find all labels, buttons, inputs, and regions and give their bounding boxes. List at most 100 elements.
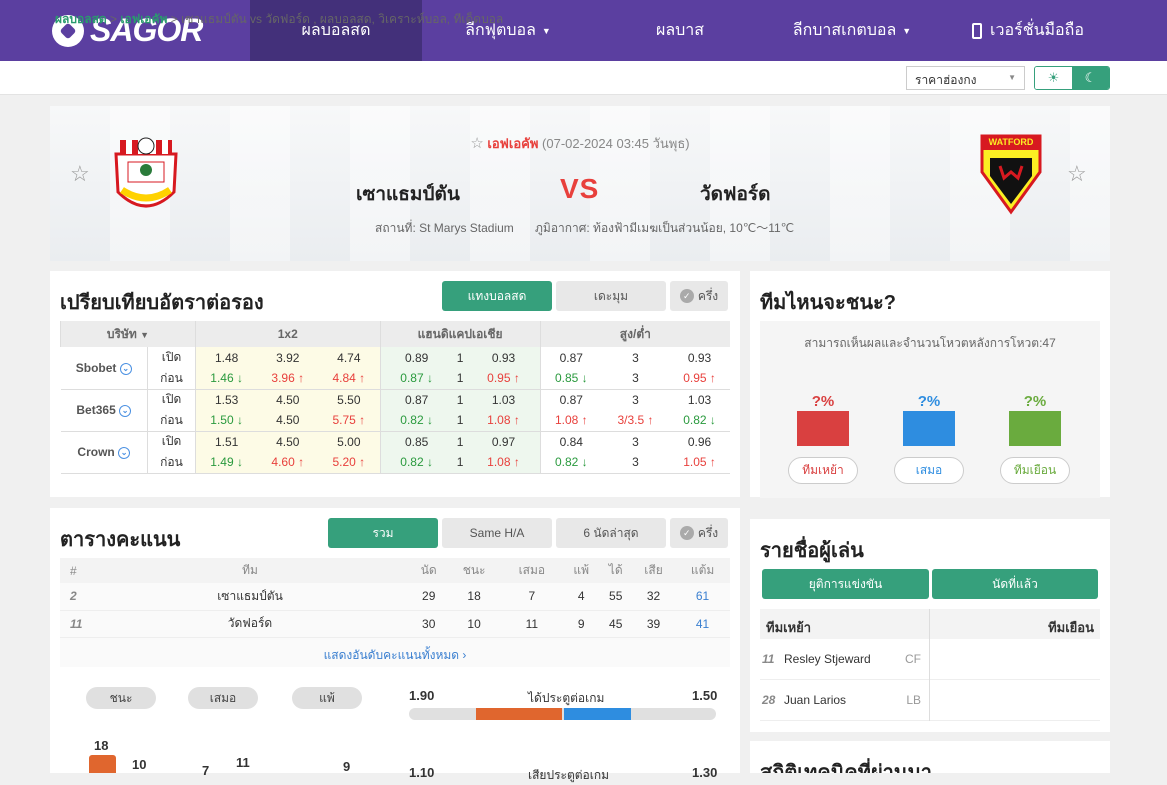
favorite-home-star-icon[interactable]: ☆ [70, 161, 90, 187]
expand-icon[interactable]: ⌄ [119, 362, 132, 375]
nav-label: ลีกบาสเกตบอล [792, 22, 897, 39]
vote-card: ทีมไหนจะชนะ? สามารถเห็นผลและจำนวนโหวตหลั… [750, 271, 1110, 498]
check-icon: ✓ [679, 289, 694, 303]
expand-icon[interactable]: ⌄ [119, 404, 132, 417]
moon-icon[interactable]: ☾ [1072, 67, 1109, 89]
table-row[interactable]: 11 วัดฟอร์ด 30 10 11 9 45 39 41 [60, 610, 730, 638]
breadcrumb-home[interactable]: ผลบอลสด [55, 12, 107, 26]
odds-value: 0.95 ↑ [467, 368, 541, 390]
odds-number: 1.53 [214, 392, 239, 407]
odds-row: ก่อน 1.46 ↓ 3.96 ↑ 4.84 ↑ 0.87 ↓ 1 0.95 ↑ 0.85 … [61, 368, 730, 390]
theme-toggle[interactable]: ☀ ☾ [1034, 66, 1110, 90]
vote-bar [903, 411, 955, 446]
player-number: 11 [762, 652, 775, 666]
favorite-league-star-icon[interactable]: ☆ [470, 135, 483, 152]
nav-item-basketball-leagues[interactable]: ลีกบาสเกตบอล ▼ [766, 0, 938, 61]
arrow-up-icon: ↑ [510, 413, 520, 428]
odds-value: 1 [452, 452, 468, 474]
odds-number: 4.74 [337, 350, 361, 365]
odds-value: 4.50 [257, 431, 319, 452]
odds-number: 0.87 [404, 392, 429, 407]
bookmaker-cell[interactable]: Crown ⌄ [60, 431, 148, 474]
home-win-bar [89, 755, 116, 773]
show-all-standings-link[interactable]: แสดงอันดับคะแนนทั้งหมด › [60, 637, 730, 667]
home-team-name[interactable]: เซาแธมป์ตัน [356, 179, 460, 209]
odds-value: 5.00 [318, 431, 380, 452]
tab-corners[interactable]: เดะมุม [556, 281, 666, 311]
bar-count: 18 [94, 738, 109, 753]
odds-value: 3 [601, 452, 670, 474]
table-row[interactable]: 2 เซาแธมป์ตัน 29 18 7 4 55 32 61 [60, 583, 730, 611]
odds-value: 1.03 [669, 389, 730, 410]
player-name[interactable]: Juan Larios [784, 693, 906, 707]
tab-overall[interactable]: รวม [328, 518, 438, 548]
tab-last-match[interactable]: นัดที่แล้ว [932, 569, 1098, 599]
chevron-down-icon: ▼ [1008, 73, 1016, 82]
odds-value: 0.87 ↓ [379, 368, 453, 390]
favorite-away-star-icon[interactable]: ☆ [1067, 161, 1087, 187]
player-position: CF [905, 652, 921, 666]
odds-number: 4.50 [276, 413, 300, 428]
away-team-name[interactable]: วัดฟอร์ด [700, 179, 770, 209]
arrow-up-icon: ↑ [706, 371, 716, 386]
stat-cell: 30 [410, 610, 448, 638]
standings-col-header: เสีย [631, 558, 676, 583]
arrow-up-icon: ↑ [510, 455, 520, 470]
odds-value: 0.85 ↓ [539, 368, 602, 390]
odds-number: 1.49 [210, 455, 234, 470]
odds-number: 1.46 [210, 371, 234, 386]
odds-format-select[interactable]: ราคาฮ่องกง ▼ [906, 66, 1025, 90]
tab-live-betting[interactable]: แทงบอลสด [442, 281, 552, 311]
vote-button[interactable]: ทีมเหย้า [788, 457, 858, 484]
result-pill[interactable]: แพ้ [292, 687, 362, 709]
tab-same-ha[interactable]: Same H/A [442, 518, 552, 548]
breadcrumb-current: เซาแธมป์ตัน vs วัดฟอร์ด , ผลบอลสด, วิเคร… [181, 12, 504, 26]
player-row[interactable]: 28 Juan Larios LB [760, 679, 1100, 721]
col-over-under: สูง/ต่ำ [539, 321, 730, 347]
vote-title: ทีมไหนจะชนะ? [760, 292, 896, 314]
expand-icon[interactable]: ⌄ [118, 446, 131, 459]
team-cell[interactable]: เซาแธมป์ตัน [90, 583, 410, 611]
tab-half[interactable]: ✓ ครึ่ง [670, 518, 728, 548]
stat-cell: 7 [500, 583, 563, 611]
match-league[interactable]: เอฟเอคัพ [487, 136, 538, 151]
caret-down-icon: ▼ [541, 25, 551, 36]
vs-label: VS [560, 173, 600, 204]
players-header: ทีมเหย้า ทีมเยือน [760, 609, 1100, 639]
standings-col-header: ได้ [599, 558, 632, 583]
breadcrumb-league[interactable]: เอฟเอคัพ [120, 12, 167, 26]
player-name[interactable]: Resley Stjeward [784, 652, 905, 666]
col-company[interactable]: บริษัท ▼ [60, 321, 196, 347]
arrow-up-icon: ↑ [706, 455, 716, 470]
bar-count: 9 [343, 759, 351, 774]
arrow-up-icon: ↑ [355, 455, 366, 470]
odds-value: 0.93 [669, 347, 730, 368]
result-pill[interactable]: เสมอ [188, 687, 258, 709]
odds-value: 0.85 [379, 431, 453, 452]
odds-value: 1 [452, 410, 468, 432]
odds-number: 0.82 [683, 413, 707, 428]
odds-number: 0.95 [487, 371, 511, 386]
nav-item-basketball-results[interactable]: ผลบาส [594, 0, 766, 61]
team-cell[interactable]: วัดฟอร์ด [90, 610, 410, 638]
standings-card: ตารางคะแนน รวม Same H/A 6 นัดล่าสุด ✓ ครึ… [50, 508, 740, 782]
result-pill[interactable]: ชนะ [86, 687, 156, 709]
odds-number: 1 [456, 455, 464, 470]
odds-value: 1.48 [195, 347, 258, 368]
vote-percent: ?% [1023, 393, 1047, 410]
sun-icon[interactable]: ☀ [1035, 67, 1072, 89]
bookmaker-cell[interactable]: Sbobet ⌄ [60, 347, 148, 390]
tab-match-ended[interactable]: ยุติการแข่งขัน [762, 569, 929, 599]
tab-half[interactable]: ✓ ครึ่ง [670, 281, 728, 311]
arrow-down-icon: ↓ [233, 413, 243, 428]
odds-value: 4.84 ↑ [318, 368, 380, 390]
away-players-label: ทีมเยือน [1048, 620, 1094, 635]
tab-last-6[interactable]: 6 นัดล่าสุด [556, 518, 666, 548]
bookmaker-cell[interactable]: Bet365 ⌄ [60, 389, 148, 432]
vote-button[interactable]: เสมอ [894, 457, 964, 484]
standings-title: ตารางคะแนน [60, 529, 181, 551]
player-row[interactable]: 11 Resley Stjeward CF [760, 638, 1100, 680]
nav-item-mobile[interactable]: เวอร์ชั่นมือถือ [938, 0, 1118, 61]
odds-value: 0.82 ↓ [379, 452, 453, 474]
vote-button[interactable]: ทีมเยือน [1000, 457, 1070, 484]
